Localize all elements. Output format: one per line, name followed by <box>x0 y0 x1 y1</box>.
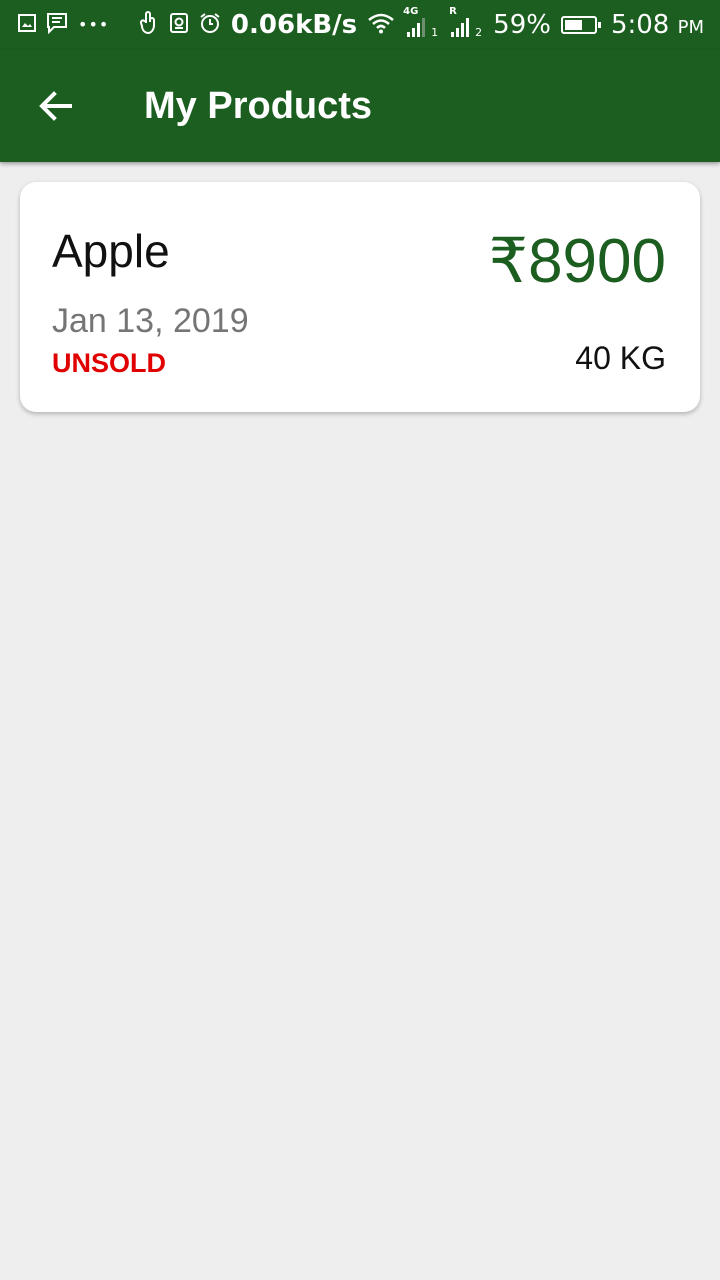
battery-percent: 59% <box>493 10 551 40</box>
notification-icons: ••• <box>0 12 109 38</box>
product-card[interactable]: Apple Jan 13, 2019 UNSOLD ₹8900 40 KG <box>20 182 700 412</box>
clock: 5:08 PM <box>611 10 704 40</box>
more-dots-icon: ••• <box>78 15 110 34</box>
message-icon <box>46 12 68 38</box>
arrow-back-icon <box>39 91 72 121</box>
alarm-icon <box>199 12 221 38</box>
clock-ampm: PM <box>677 17 704 38</box>
status-bar: ••• 0.06kB/s 4G 1 R 2 59% 5:08 PM <box>0 0 720 50</box>
signal-icon-sim2: R 2 <box>449 6 483 40</box>
sim2-index: 2 <box>475 26 483 39</box>
app-bar: My Products <box>0 50 720 162</box>
wifi-icon <box>367 12 395 38</box>
product-status: UNSOLD <box>52 348 166 378</box>
storage-icon <box>169 12 189 38</box>
product-name: Apple <box>52 225 170 277</box>
product-price: ₹8900 <box>488 227 666 296</box>
signal-icon-sim1: 4G 1 <box>403 6 439 40</box>
page-title: My Products <box>144 84 373 127</box>
touch-icon <box>139 11 159 39</box>
sim1-index: 1 <box>431 26 439 39</box>
network-speed: 0.06kB/s <box>230 10 358 40</box>
product-quantity: 40 KG <box>575 340 666 376</box>
back-button[interactable] <box>28 78 84 134</box>
clock-time: 5:08 <box>610 10 670 40</box>
system-icons: 0.06kB/s 4G 1 R 2 59% 5:08 PM <box>139 6 720 40</box>
battery-icon <box>560 16 601 34</box>
image-icon <box>18 14 36 36</box>
product-date: Jan 13, 2019 <box>52 302 249 340</box>
